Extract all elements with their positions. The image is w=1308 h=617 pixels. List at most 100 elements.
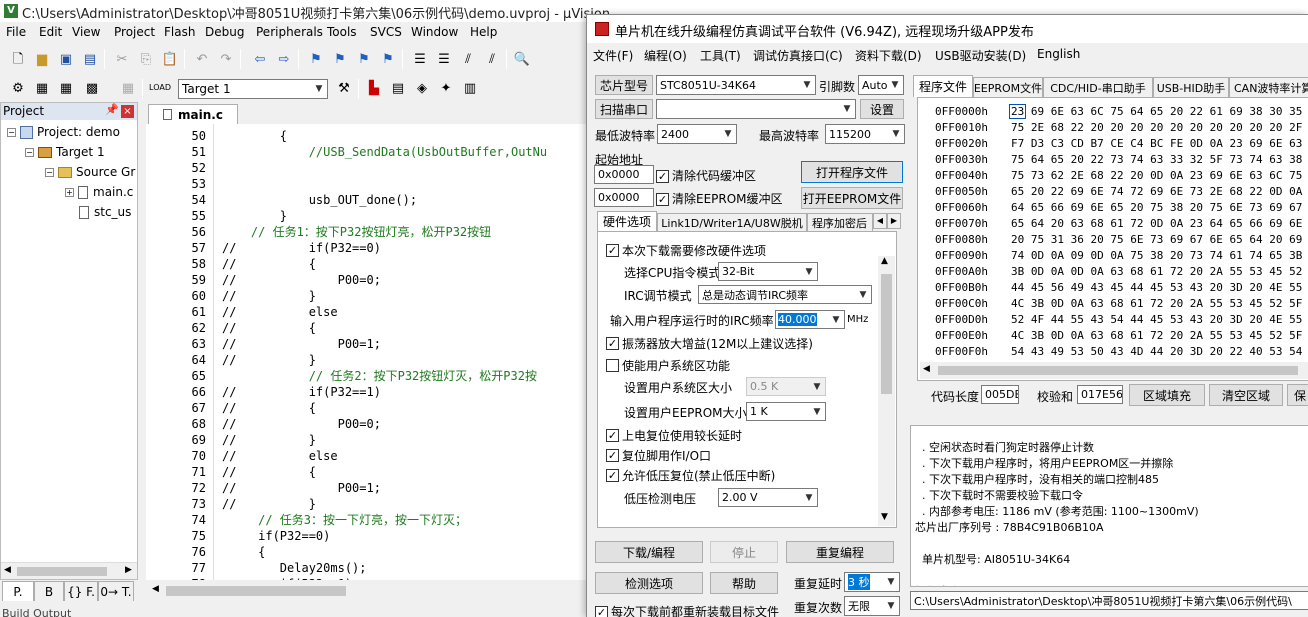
tab-project[interactable]: P. [2, 581, 34, 601]
load-icon[interactable]: LOAD [149, 78, 171, 98]
check-options-button[interactable]: 检测选项 [595, 572, 703, 594]
tab-cdc-serial[interactable]: CDC/HID-串口助手 [1043, 77, 1153, 97]
uncomment-icon[interactable]: ⫽ [482, 49, 502, 69]
modify-hw-checkbox[interactable]: ✓ 本次下载需要修改硬件选项 [606, 242, 766, 259]
open-file-icon[interactable]: ▆ [32, 49, 52, 69]
scroll-right-icon[interactable]: ▶ [125, 565, 132, 575]
save-all-icon[interactable]: ▤ [80, 49, 100, 69]
repeat-delay-select[interactable]: 3 秒 ▼ [844, 572, 900, 592]
editor-hscroll[interactable]: ◀ [146, 580, 590, 602]
lvr-checkbox[interactable]: ✓ 允许低压复位(禁止低压中断) [606, 467, 775, 484]
path-field[interactable]: C:\Users\Administrator\Desktop\冲哥8051U视频… [910, 591, 1308, 610]
hex-hscroll[interactable]: ◀ [920, 362, 1308, 379]
uv-menu-project[interactable]: Project [114, 25, 155, 39]
uv-menu-edit[interactable]: Edit [39, 25, 62, 39]
bookmark-next-icon[interactable]: ⚑ [354, 49, 374, 69]
indent-icon[interactable]: ☰ [410, 49, 430, 69]
hex-view[interactable]: 0FF0000h 23 69 6E 63 6C 75 64 65 20 22 61… [917, 97, 1308, 381]
rebuild-icon[interactable]: ▦ [56, 78, 76, 98]
nav-back-icon[interactable]: ⇦ [250, 49, 270, 69]
code-address-input[interactable]: 0x0000 [594, 165, 654, 184]
bookmark-clear-icon[interactable]: ⚑ [378, 49, 398, 69]
clear-area-button[interactable]: 清空区域 [1209, 384, 1283, 406]
save-data-button[interactable]: 保 [1287, 384, 1308, 406]
user-eeprom-select[interactable]: 1 K ▼ [746, 402, 826, 421]
isp-menu-program[interactable]: 编程(O) [644, 47, 687, 64]
target-select[interactable]: Target 1 ▼ [178, 79, 328, 99]
open-eeprom-file-button[interactable]: 打开EEPROM文件 [801, 187, 903, 209]
user-sys-size-select[interactable]: 0.5 K ▼ [746, 377, 826, 396]
min-baud-select[interactable]: 2400 ▼ [657, 124, 737, 144]
scroll-up-icon[interactable]: ▲ [881, 256, 888, 266]
tab-books[interactable]: B [34, 581, 64, 601]
undo-icon[interactable]: ↶ [192, 49, 212, 69]
uv-menu-view[interactable]: View [72, 25, 100, 39]
select-packs-icon[interactable]: ◈ [412, 78, 432, 98]
cpu-mode-select[interactable]: 32-Bit ▼ [718, 262, 818, 281]
tab-can-baud[interactable]: CAN波特率计算 [1229, 77, 1308, 97]
pin-icon[interactable]: 📌 [105, 103, 119, 116]
tab-usb-hid[interactable]: USB-HID助手 [1153, 77, 1229, 97]
uv-menu-window[interactable]: Window [411, 25, 458, 39]
tab-hardware-options[interactable]: 硬件选项 [597, 211, 657, 231]
lvd-select[interactable]: 2.00 V ▼ [718, 488, 818, 507]
osc-gain-checkbox[interactable]: ✓ 振荡器放大增益(12M以上建议选择) [606, 335, 813, 352]
clear-code-checkbox[interactable]: ✓ 清除代码缓冲区 [656, 167, 756, 184]
stop-button[interactable]: 停止 [710, 541, 778, 563]
isp-menu-tools[interactable]: 工具(T) [700, 47, 741, 64]
reset-io-checkbox[interactable]: ✓ 复位脚用作I/O口 [606, 447, 711, 464]
redo-icon[interactable]: ↷ [216, 49, 236, 69]
help-button[interactable]: 帮助 [710, 572, 778, 594]
manage-components-icon[interactable]: ▤ [388, 78, 408, 98]
port-select[interactable]: ▼ [656, 99, 856, 119]
eeprom-address-input[interactable]: 0x0000 [594, 188, 654, 207]
max-baud-select[interactable]: 115200 ▼ [825, 124, 905, 144]
scroll-down-icon[interactable]: ▼ [881, 512, 888, 522]
tree-target[interactable]: − Target 1 [25, 145, 105, 159]
tab-eeprom-file[interactable]: EEPROM文件 [973, 77, 1043, 97]
tree-project[interactable]: − Project: demo [7, 125, 120, 139]
fill-area-button[interactable]: 区域填充 [1129, 384, 1205, 406]
new-file-icon[interactable]: 🗋 [8, 49, 28, 69]
pins-select[interactable]: Auto ▼ [858, 75, 904, 95]
uv-menu-peripherals[interactable]: Peripherals [256, 25, 323, 39]
project-hscroll[interactable]: ◀ ▶ [1, 562, 137, 579]
paste-icon[interactable]: 📋 [160, 49, 180, 69]
target-options-icon[interactable]: ⚒ [334, 78, 354, 98]
stop-build-icon[interactable]: ▦ [118, 78, 138, 98]
bookmark-icon[interactable]: ⚑ [306, 49, 326, 69]
clear-eeprom-checkbox[interactable]: ✓ 清除EEPROM缓冲区 [656, 190, 783, 207]
tab-encryption[interactable]: 程序加密后 [807, 213, 873, 231]
isp-menu-download[interactable]: 资料下载(D) [855, 47, 922, 64]
tab-offline-writer[interactable]: Link1D/Writer1A/U8W脱机 [657, 213, 807, 231]
tab-functions[interactable]: {} F. [64, 581, 98, 601]
close-panel-icon[interactable]: × [121, 105, 134, 118]
nav-forward-icon[interactable]: ⇨ [274, 49, 294, 69]
uv-menu-tools[interactable]: Tools [327, 25, 357, 39]
bookmark-prev-icon[interactable]: ⚑ [330, 49, 350, 69]
isp-menu-english[interactable]: English [1037, 47, 1080, 61]
scroll-left-icon[interactable]: ◀ [923, 364, 930, 374]
port-settings-button[interactable]: 设置 [860, 99, 904, 119]
batch-build-icon[interactable]: ▩ [82, 78, 102, 98]
chip-model-button[interactable]: 芯片型号 [595, 75, 653, 95]
isp-menu-usb[interactable]: USB驱动安装(D) [935, 47, 1026, 64]
options-vscroll[interactable]: ▲ ▼ [878, 256, 895, 526]
scan-port-button[interactable]: 扫描串口 [595, 99, 653, 119]
tab-program-file[interactable]: 程序文件 [913, 75, 973, 97]
open-program-file-button[interactable]: 打开程序文件 [801, 161, 903, 183]
unindent-icon[interactable]: ☰ [434, 49, 454, 69]
scroll-left-icon[interactable]: ◀ [4, 565, 11, 575]
tab-scroll-left-icon[interactable]: ◀ [873, 213, 887, 229]
scroll-left-icon[interactable]: ◀ [152, 584, 159, 594]
uv-menu-flash[interactable]: Flash [164, 25, 195, 39]
code-editor[interactable]: 50 {51 //USB_SendData(UsbOutBuffer,OutNu… [146, 124, 590, 580]
find-in-files-icon[interactable]: 🔍 [512, 49, 532, 69]
reload-each-checkbox[interactable]: ✓ 每次下载前都重新装载目标文件 [595, 603, 779, 617]
repeat-count-select[interactable]: 无限 ▼ [844, 596, 900, 616]
build-icon[interactable]: ▦ [32, 78, 52, 98]
isp-menu-debug[interactable]: 调试仿真接口(C) [753, 47, 843, 64]
uv-menu-help[interactable]: Help [470, 25, 497, 39]
tree-file-stc[interactable]: stc_us [79, 205, 131, 219]
save-icon[interactable]: ▣ [56, 49, 76, 69]
